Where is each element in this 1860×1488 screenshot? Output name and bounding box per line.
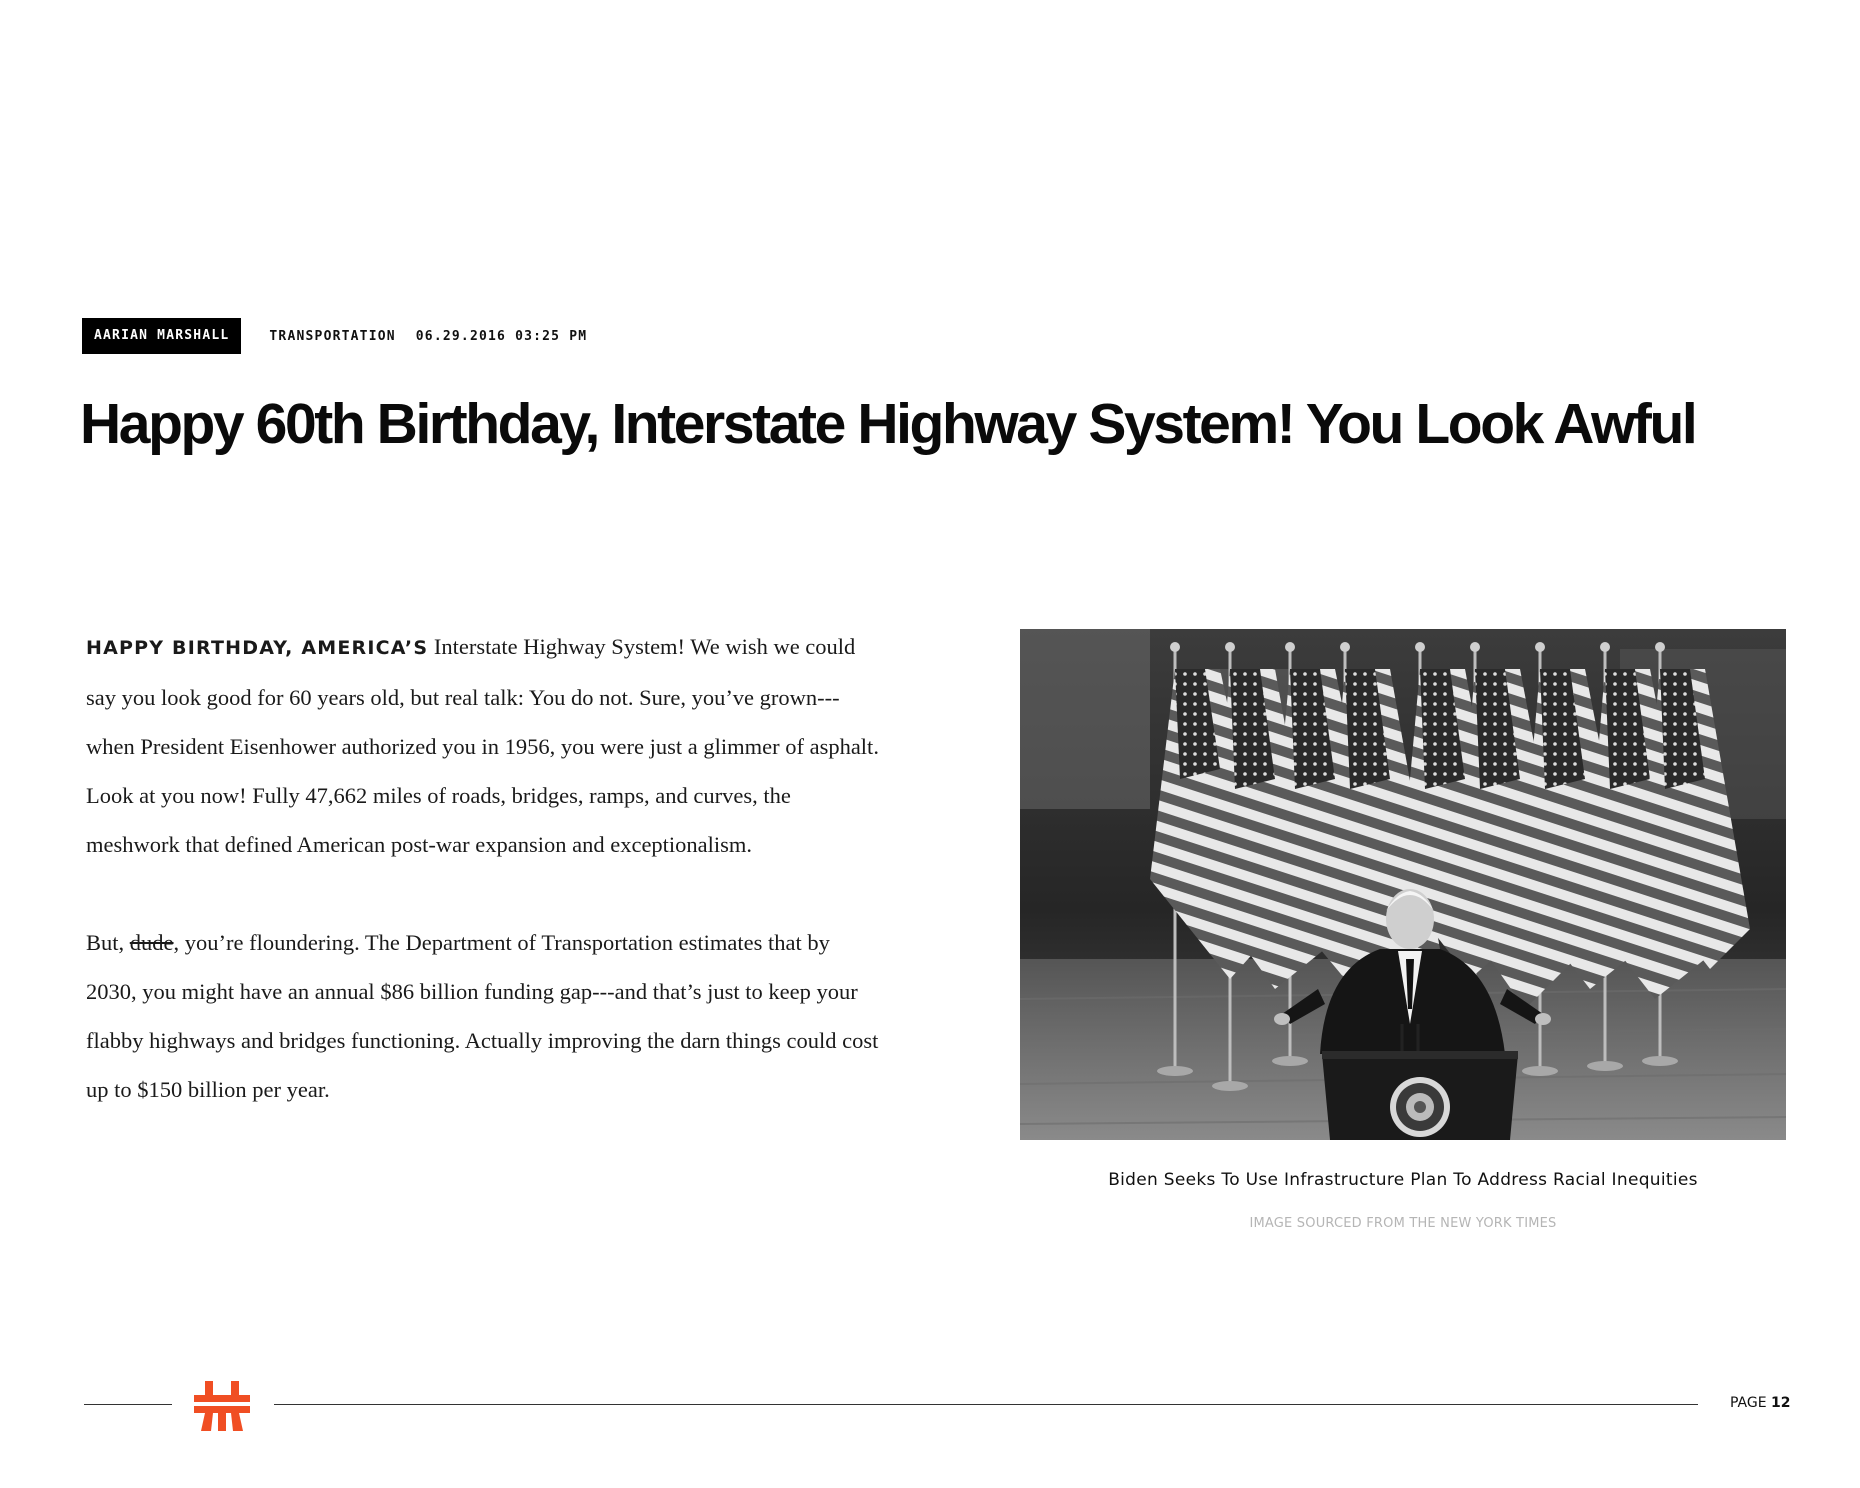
footer-rule-left	[84, 1404, 172, 1405]
paragraph-1: HAPPY BIRTHDAY, AMERICA’S Interstate Hig…	[86, 622, 886, 869]
footer-rule-right	[274, 1404, 1698, 1405]
photo-caption: Biden Seeks To Use Infrastructure Plan T…	[1108, 1170, 1698, 1190]
page-label: PAGE	[1730, 1395, 1767, 1411]
paragraph-2-start: But,	[86, 930, 130, 955]
page-number-value: 12	[1771, 1395, 1791, 1411]
photo-credit: IMAGE SOURCED FROM THE NEW YORK TIMES	[1249, 1216, 1557, 1231]
paragraph-1-text: Interstate Highway System! We wish we co…	[86, 634, 879, 857]
article-body: HAPPY BIRTHDAY, AMERICA’S Interstate Hig…	[86, 622, 886, 1163]
article-meta: AARIAN MARSHALL TRANSPORTATION 06.29.201…	[82, 318, 587, 354]
struck-word: dude	[129, 930, 174, 955]
publish-datetime: 06.29.2016 03:25 PM	[415, 328, 588, 344]
author-badge[interactable]: AARIAN MARSHALL	[82, 318, 242, 354]
article-photo	[1020, 629, 1786, 1140]
paragraph-2: But, dude, you’re floundering. The Depar…	[86, 918, 886, 1114]
paragraph-2-rest: , you’re floundering. The Department of …	[86, 930, 879, 1102]
lead-in: HAPPY BIRTHDAY, AMERICA’S	[86, 637, 429, 659]
page-number: PAGE 12	[1730, 1395, 1791, 1411]
highway-logo-icon	[194, 1381, 250, 1431]
section-tag[interactable]: TRANSPORTATION	[269, 329, 395, 344]
headline: Happy 60th Birthday, Interstate Highway …	[80, 392, 1698, 456]
photo-illustration	[1020, 629, 1786, 1140]
